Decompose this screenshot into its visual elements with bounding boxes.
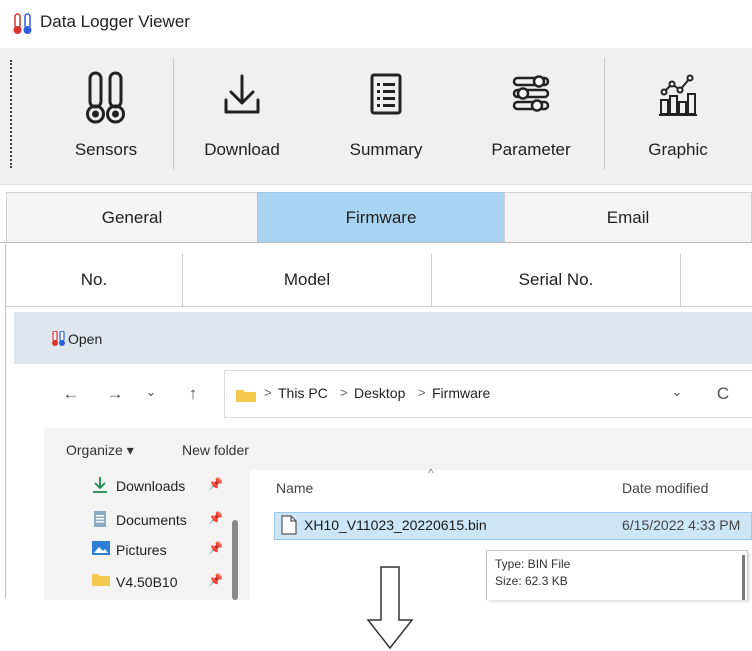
nav-item-label: Pictures [116, 542, 167, 558]
pin-icon: 📌 [208, 573, 223, 587]
nav-item-pictures[interactable]: Pictures 📌 [64, 540, 234, 566]
toolbar-separator [173, 58, 174, 170]
tooltip-type: Type: BIN File [495, 557, 571, 571]
download-label: Download [204, 140, 280, 159]
documents-icon [94, 511, 106, 527]
column-header-no[interactable]: No. [6, 254, 182, 306]
sensors-label: Sensors [74, 140, 138, 159]
command-bar [44, 428, 752, 470]
parameter-icon [512, 75, 550, 112]
column-header-serial[interactable]: Serial No. [432, 254, 680, 306]
breadcrumb-separator: > [340, 385, 348, 400]
breadcrumb-this-pc[interactable]: This PC [278, 385, 328, 401]
tab-general[interactable]: General [6, 192, 258, 242]
app-title: Data Logger Viewer [40, 12, 190, 31]
nav-item-v4-50b10[interactable]: V4.50B10 📌 [64, 572, 234, 598]
forward-button[interactable]: → [104, 384, 126, 404]
summary-label: Summary [349, 140, 423, 159]
new-folder-button[interactable]: New folder [182, 442, 249, 458]
up-button[interactable]: ↑ [182, 384, 204, 404]
dialog-title: Open [68, 331, 103, 347]
column-header-name[interactable]: Name [276, 480, 313, 496]
pin-icon: 📌 [208, 477, 223, 491]
navigation-scrollbar[interactable] [232, 520, 238, 600]
file-name: XH10_V11023_20220615.bin [304, 517, 487, 533]
summary-button[interactable]: Summary [330, 62, 442, 170]
breadcrumb-firmware[interactable]: Firmware [432, 385, 490, 401]
column-divider[interactable] [680, 254, 681, 306]
file-icon [281, 515, 297, 535]
breadcrumb-separator: > [264, 385, 272, 400]
nav-item-label: Documents [116, 512, 187, 528]
folder-icon [236, 390, 256, 402]
nav-item-documents[interactable]: Documents 📌 [64, 510, 234, 536]
header-divider [5, 306, 752, 307]
pin-icon: 📌 [208, 541, 223, 555]
down-arrow-icon [366, 566, 414, 650]
pin-icon: 📌 [208, 511, 223, 525]
address-dropdown-button[interactable]: ⌄ [666, 384, 688, 400]
breadcrumb-desktop[interactable]: Desktop [354, 385, 405, 401]
tab-firmware[interactable]: Firmware [257, 192, 505, 242]
download-button[interactable]: Download [186, 62, 298, 170]
sort-ascending-icon: ^ [428, 466, 434, 480]
nav-item-label: V4.50B10 [116, 574, 178, 590]
download-icon [224, 74, 260, 114]
download-arrow-icon [93, 477, 107, 493]
thermometers-icon [13, 13, 32, 34]
dialog-title-bar[interactable] [14, 312, 752, 364]
sensors-button[interactable]: Sensors [50, 62, 162, 170]
parameter-label: Parameter [491, 140, 571, 159]
column-header-model[interactable]: Model [183, 254, 431, 306]
pictures-icon [92, 541, 110, 555]
graphic-button[interactable]: Graphic [622, 62, 734, 170]
breadcrumb-separator: > [418, 385, 426, 400]
column-header-date-modified[interactable]: Date modified [622, 480, 708, 496]
toolbar-grip[interactable] [10, 60, 12, 168]
sensors-icon [86, 71, 125, 124]
graphic-label: Graphic [648, 140, 708, 159]
thermometers-icon [52, 331, 65, 346]
summary-icon [370, 73, 402, 115]
graphic-icon [659, 74, 697, 116]
organize-menu[interactable]: Organize ▾ [66, 442, 134, 459]
tab-email[interactable]: Email [504, 192, 752, 242]
tooltip-edge [742, 555, 745, 600]
tooltip-size: Size: 62.3 KB [495, 574, 568, 588]
nav-item-downloads[interactable]: Downloads 📌 [64, 476, 234, 502]
file-date-modified: 6/15/2022 4:33 PM [622, 517, 741, 533]
nav-item-label: Downloads [116, 478, 186, 494]
parameter-button[interactable]: Parameter [472, 62, 590, 170]
toolbar-separator [604, 58, 605, 170]
back-button[interactable]: ← [60, 384, 82, 404]
refresh-button[interactable]: C [712, 384, 734, 404]
recent-locations-button[interactable]: ⌄ [140, 384, 162, 400]
folder-icon [92, 574, 110, 586]
